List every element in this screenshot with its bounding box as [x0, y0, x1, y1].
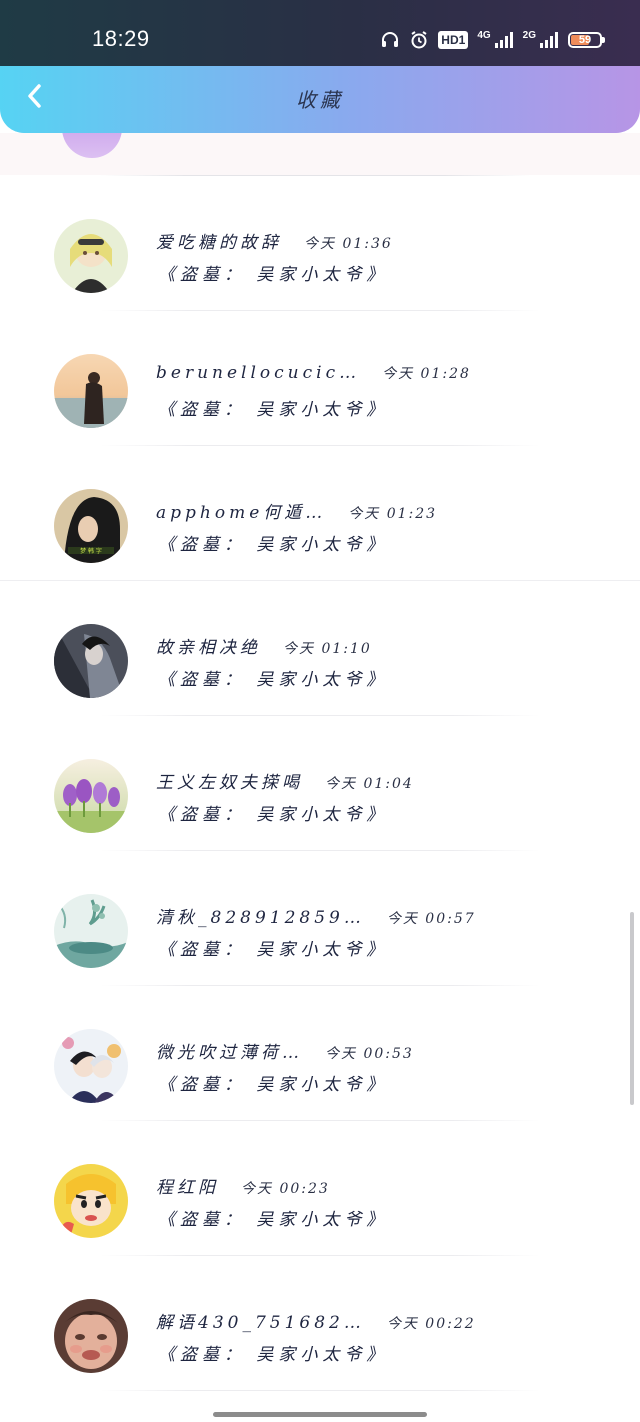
list-item[interactable]: 清秋_828912859… 今天 00:57 《盗墓： 吴家小太爷》	[0, 851, 640, 986]
item-header: 程红阳 今天 00:23	[156, 1173, 330, 1198]
headset-icon	[380, 30, 400, 50]
network-label: 4G	[477, 29, 491, 41]
item-header: 清秋_828912859… 今天 00:57	[156, 903, 476, 928]
list-item[interactable]: 梦 韩 字 apphome何遁… 今天 01:23 《盗墓： 吴家小太爷》	[0, 446, 640, 581]
battery-icon: 59	[568, 32, 605, 48]
avatar[interactable]: 梦 韩 字	[54, 489, 128, 563]
alarm-icon	[409, 30, 429, 50]
avatar[interactable]	[54, 1299, 128, 1373]
user-name[interactable]: 故亲相决绝	[156, 633, 261, 658]
home-indicator[interactable]	[213, 1412, 427, 1417]
user-name[interactable]: 程红阳	[156, 1173, 219, 1198]
avatar[interactable]	[54, 354, 128, 428]
timestamp: 今天 01:10	[283, 641, 372, 657]
item-header: 解语430_751682… 今天 00:22	[156, 1308, 476, 1333]
avatar[interactable]	[54, 894, 128, 968]
list-item[interactable]: 微光吹过薄荷… 今天 00:53 《盗墓： 吴家小太爷》	[0, 986, 640, 1121]
book-title[interactable]: 《盗墓： 吴家小太爷》	[158, 395, 388, 420]
avatar[interactable]	[54, 1164, 128, 1238]
status-icons: HD1 4G 2G 59	[380, 28, 605, 52]
timestamp: 今天 00:23	[241, 1181, 330, 1197]
hd-icon: HD1	[438, 31, 469, 49]
avatar[interactable]	[54, 759, 128, 833]
book-title[interactable]: 《盗墓： 吴家小太爷》	[158, 260, 388, 285]
status-time: 18:29	[92, 26, 150, 51]
user-name[interactable]: 王义左奴夫㨲喝	[156, 768, 303, 793]
signal-4g-icon	[494, 31, 514, 49]
scrollbar[interactable]	[630, 912, 634, 1105]
user-name[interactable]: 爱吃糖的故辞	[156, 228, 282, 253]
list-item[interactable]: berunellocucic… 今天 01:28 《盗墓： 吴家小太爷》	[0, 311, 640, 446]
timestamp: 今天 00:57	[386, 911, 476, 927]
item-header: berunellocucic… 今天 01:28	[156, 363, 471, 383]
avatar[interactable]	[54, 624, 128, 698]
book-title[interactable]: 《盗墓： 吴家小太爷》	[158, 665, 388, 690]
book-title[interactable]: 《盗墓： 吴家小太爷》	[158, 1070, 388, 1095]
timestamp: 今天 01:36	[304, 236, 393, 252]
divider	[100, 1390, 540, 1391]
book-title[interactable]: 《盗墓： 吴家小太爷》	[158, 1205, 388, 1230]
item-header: 王义左奴夫㨲喝 今天 01:04	[156, 768, 414, 793]
header-bar: 收藏	[0, 66, 640, 133]
timestamp: 今天 01:04	[325, 776, 414, 792]
book-title[interactable]: 《盗墓： 吴家小太爷》	[158, 800, 388, 825]
item-header: 爱吃糖的故辞 今天 01:36	[156, 228, 393, 253]
favorites-list: 爱吃糖的故辞 今天 01:36 《盗墓： 吴家小太爷》 berunellocuc…	[0, 176, 640, 1391]
user-name[interactable]: berunellocucic…	[156, 363, 360, 383]
book-title[interactable]: 《盗墓： 吴家小太爷》	[158, 530, 388, 555]
user-name[interactable]: 清秋_828912859…	[156, 903, 365, 928]
book-title[interactable]: 《盗墓： 吴家小太爷》	[158, 935, 388, 960]
signal-2g-icon	[539, 31, 559, 49]
timestamp: 今天 01:23	[348, 506, 438, 522]
page-title: 收藏	[296, 88, 344, 112]
list-item[interactable]: 解语430_751682… 今天 00:22 《盗墓： 吴家小太爷》	[0, 1256, 640, 1391]
item-header: apphome何遁… 今天 01:23	[156, 498, 437, 523]
list-item[interactable]: 王义左奴夫㨲喝 今天 01:04 《盗墓： 吴家小太爷》	[0, 716, 640, 851]
timestamp: 今天 00:53	[325, 1046, 414, 1062]
list-item[interactable]: 程红阳 今天 00:23 《盗墓： 吴家小太爷》	[0, 1121, 640, 1256]
timestamp: 今天 01:28	[382, 366, 471, 382]
user-name[interactable]: apphome何遁…	[156, 498, 326, 523]
timestamp: 今天 00:22	[386, 1316, 476, 1332]
user-name[interactable]: 微光吹过薄荷…	[156, 1038, 303, 1063]
avatar[interactable]	[54, 219, 128, 293]
list-item[interactable]: 故亲相决绝 今天 01:10 《盗墓： 吴家小太爷》	[0, 581, 640, 716]
avatar[interactable]	[54, 1029, 128, 1103]
book-title[interactable]: 《盗墓： 吴家小太爷》	[158, 1340, 388, 1365]
item-header: 微光吹过薄荷… 今天 00:53	[156, 1038, 414, 1063]
user-name[interactable]: 解语430_751682…	[156, 1308, 365, 1333]
list-item[interactable]: 爱吃糖的故辞 今天 01:36 《盗墓： 吴家小太爷》	[0, 176, 640, 311]
network-label-2: 2G	[522, 29, 536, 41]
item-header: 故亲相决绝 今天 01:10	[156, 633, 372, 658]
svg-text:梦 韩 字: 梦 韩 字	[80, 547, 102, 555]
